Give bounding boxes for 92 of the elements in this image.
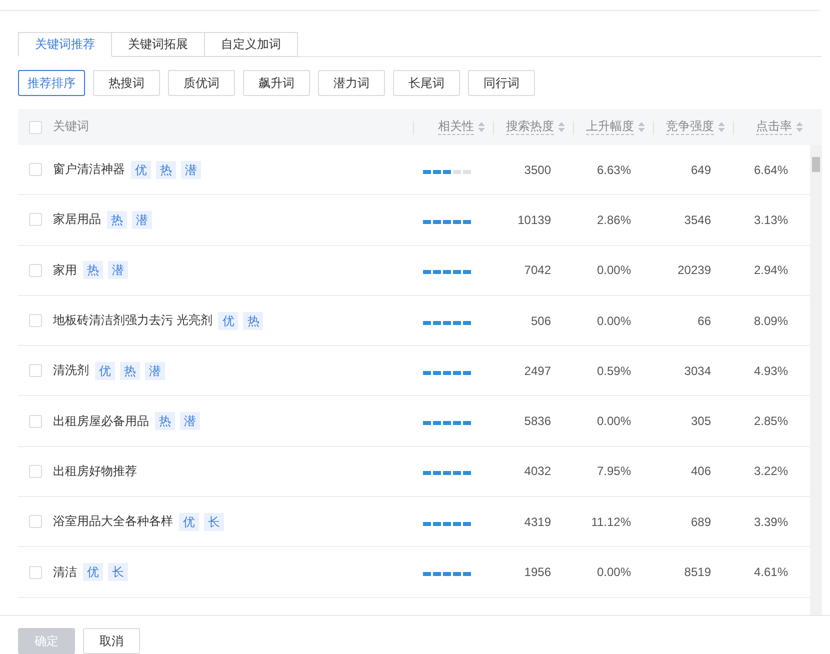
sort-icon[interactable] [638,122,645,132]
table-cell: 406 [690,464,711,478]
table-cell: 3.39% [754,514,788,529]
table-cell: 66 [698,314,711,328]
table-cell: 689 [690,514,711,529]
tab[interactable]: 关键词拓展 [112,32,205,57]
keyword-tag: 热 [83,261,103,280]
table-cell: 506 [530,314,551,328]
table-cell: 3.13% [754,212,788,227]
filter-button[interactable]: 质优词 [168,70,235,96]
keyword-tag: 热 [120,362,140,380]
table-cell: 2.86% [596,212,631,227]
row-checkbox[interactable] [29,314,42,328]
keyword-tag: 热 [107,210,127,229]
table-cell: 4.61% [754,565,788,580]
filter-button[interactable]: 同行词 [468,70,535,96]
row-checkbox[interactable] [29,414,42,428]
keyword-tag: 潜 [181,160,201,179]
tab[interactable]: 自定义加词 [205,32,298,57]
filter-button[interactable]: 长尾词 [393,70,460,96]
keyword-tag: 热 [243,312,264,330]
table-cell: 6.63% [596,162,631,177]
keyword-tag: 潜 [145,362,165,380]
tab[interactable]: 关键词推荐 [18,32,112,57]
table-cell: 5836 [524,414,551,428]
table-cell: 8.09% [754,314,788,328]
scrollbar[interactable] [810,145,822,615]
table-cell: 0.59% [596,364,631,378]
keyword-tag: 优 [95,362,115,380]
sort-icon[interactable] [796,122,803,132]
table-cell: 4319 [524,514,551,529]
keyword-text: 浴室用品大全各种各样 [53,513,173,530]
table-cell: 6.64% [754,162,788,177]
table-cell: 7.95% [596,464,631,478]
keyword-text: 家居用品 [53,211,101,228]
sort-icon[interactable] [478,122,485,132]
keyword-tag: 优 [218,312,238,330]
table-cell: 3.22% [754,464,788,478]
filter-button[interactable]: 推荐排序 [18,70,85,96]
table-cell: 8519 [684,565,711,580]
row-checkbox[interactable] [29,566,42,579]
table-cell: 4032 [524,464,551,478]
sort-icon[interactable] [718,122,725,132]
table-cell: 10139 [518,212,551,227]
filter-button[interactable]: 热搜词 [93,70,160,96]
row-checkbox[interactable] [29,264,42,277]
select-all-checkbox[interactable] [29,120,42,134]
table-cell: 2.85% [754,414,788,428]
table-cell: 3546 [684,212,711,227]
keyword-tag: 长 [108,563,128,582]
scrollbar-thumb[interactable] [812,157,820,172]
keyword-tag: 潜 [108,261,128,280]
keyword-text: 窗户清洁神器 [53,161,125,178]
row-checkbox[interactable] [29,213,42,226]
row-checkbox[interactable] [29,464,42,478]
row-checkbox[interactable] [29,515,42,528]
filter-button[interactable]: 潜力词 [318,70,385,96]
table-cell: 1956 [524,565,551,580]
keyword-text: 清洗剂 [53,362,89,380]
keyword-tag: 热 [155,412,175,430]
keyword-tag: 潜 [180,412,200,430]
keyword-tag: 长 [204,512,224,531]
keyword-text: 出租房屋必备用品 [53,412,149,430]
table-cell: 649 [690,162,711,177]
table-cell: 0.00% [596,414,631,428]
table-cell: 2.94% [754,263,788,278]
table-cell: 2497 [524,364,551,378]
keyword-text: 地板砖清洁剂强力去污 光亮剂 [53,312,212,330]
table-cell: 11.12% [591,514,631,529]
table-cell: 3500 [524,162,551,177]
keyword-tag: 优 [83,563,103,582]
column-header: 关键词 [53,119,89,135]
keyword-tag: 优 [179,512,199,531]
keyword-text: 家用 [53,262,77,279]
filter-button[interactable]: 飙升词 [243,70,310,96]
row-checkbox[interactable] [29,163,42,176]
keyword-tag: 潜 [132,210,152,229]
keyword-text: 清洁 [53,564,77,581]
table-cell: 4.93% [754,364,788,378]
table-cell: 20239 [678,263,711,278]
keyword-text: 出租房好物推荐 [53,462,137,480]
table-cell: 0.00% [596,565,631,580]
table-cell: 0.00% [596,314,631,328]
keyword-tag: 优 [131,160,151,179]
sort-icon[interactable] [558,122,565,132]
table-cell: 0.00% [596,263,631,278]
table-cell: 7042 [524,263,551,278]
table-cell: 3034 [684,364,711,378]
table-cell: 305 [690,414,711,428]
keyword-tag: 热 [156,160,176,179]
row-checkbox[interactable] [29,364,42,378]
cancel-button[interactable]: 取消 [83,628,140,654]
